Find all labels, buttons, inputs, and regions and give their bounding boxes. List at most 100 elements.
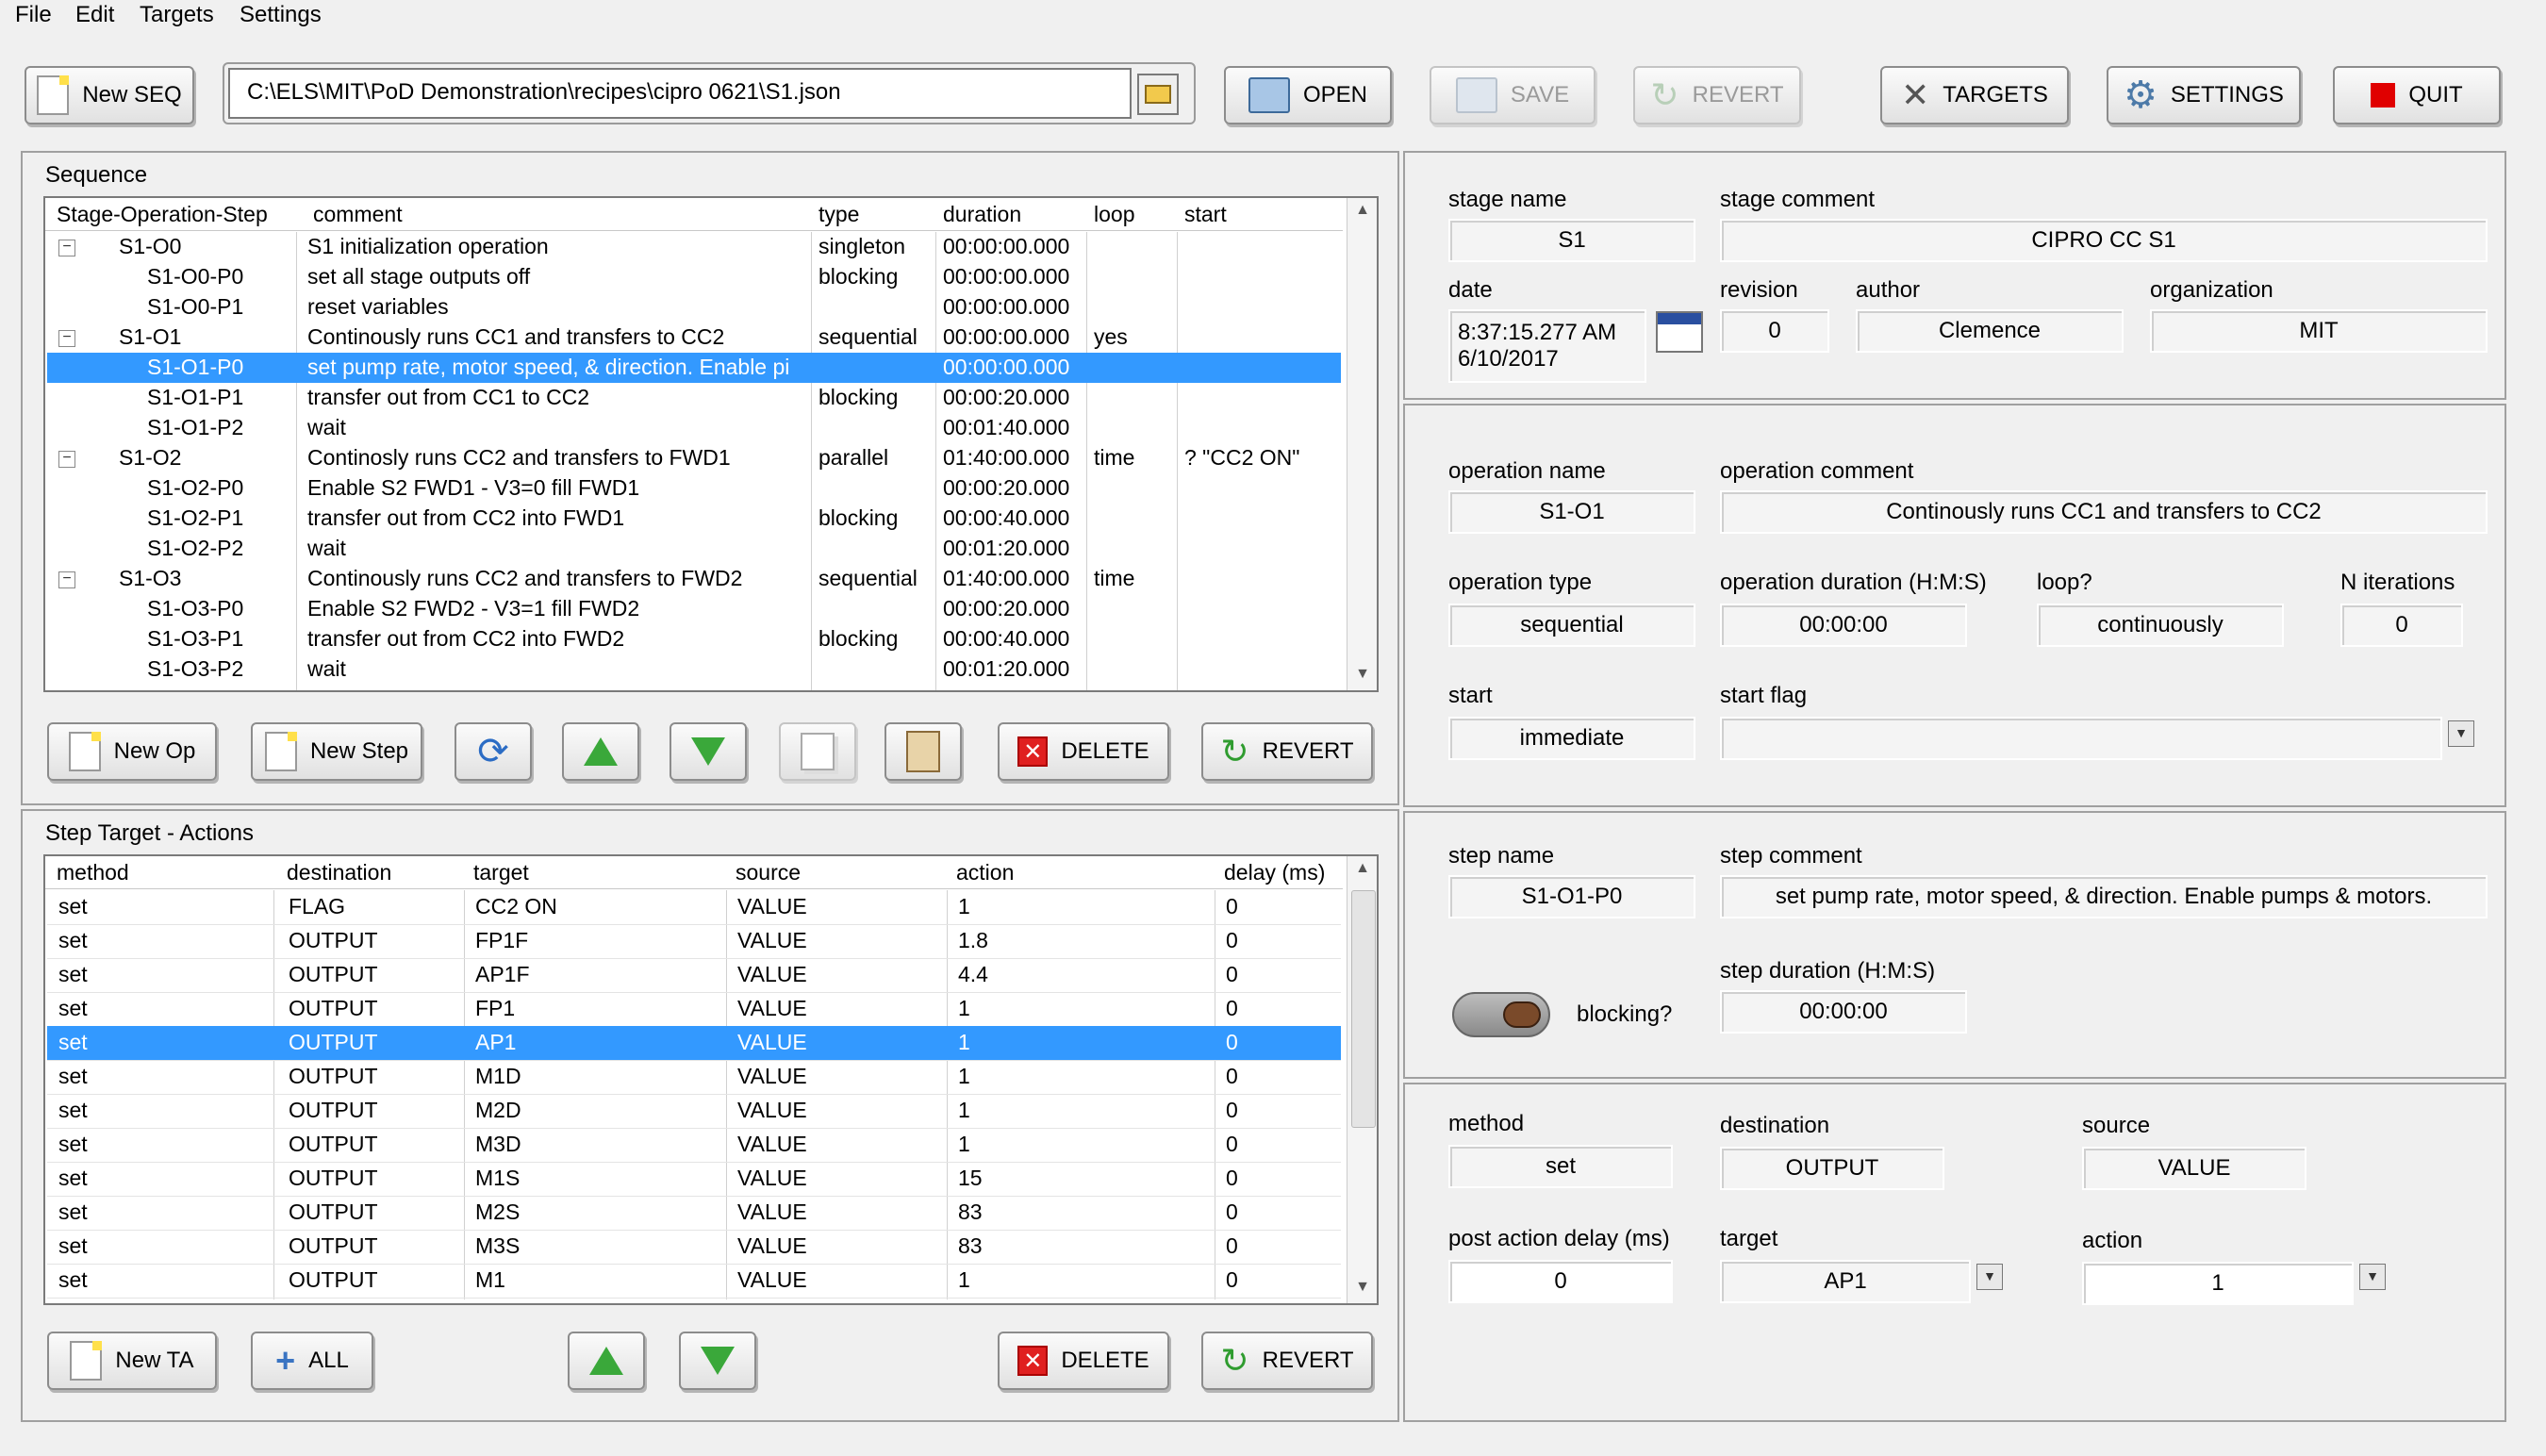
tree-row[interactable]: S1-O1-P0 set pump rate, motor speed, & di… [47, 353, 1341, 383]
start-flag-field[interactable] [1720, 717, 2442, 760]
tree-row[interactable]: S1-O0-P1 reset variables 00:00:00.000 [47, 292, 1341, 323]
col-duration[interactable]: duration [943, 202, 1021, 227]
collapse-icon[interactable]: − [58, 240, 75, 256]
table-row[interactable]: set OUTPUT M3D VALUE 1 0 [47, 1128, 1341, 1163]
table-row[interactable]: set OUTPUT M2D VALUE 1 0 [47, 1094, 1341, 1129]
target-field[interactable]: AP1 [1720, 1260, 1971, 1303]
open-button[interactable]: OPEN [1224, 66, 1392, 124]
col-type[interactable]: type [818, 202, 859, 227]
tree-row[interactable]: S1-O2-P0 Enable S2 FWD1 - V3=0 fill FWD1 0… [47, 473, 1341, 504]
sequence-tree[interactable]: Stage-Operation-Step comment type durati… [43, 196, 1379, 692]
table-row[interactable]: set OUTPUT M2S VALUE 83 0 [47, 1196, 1341, 1231]
tree-row[interactable]: S1-O3-P2 wait 00:01:20.000 [47, 654, 1341, 685]
new-ta-button[interactable]: New TA [47, 1332, 217, 1390]
step-duration-field[interactable]: 00:00:00 [1720, 990, 1967, 1034]
organization-field[interactable]: MIT [2150, 309, 2488, 353]
table-row[interactable]: set OUTPUT AP1 VALUE 1 0 [47, 1026, 1341, 1061]
action-down-button[interactable] [679, 1332, 756, 1390]
operation-type-field[interactable]: sequential [1448, 604, 1695, 647]
blocking-toggle[interactable] [1452, 992, 1550, 1037]
method-field[interactable]: set [1448, 1145, 1673, 1188]
sequence-revert-button[interactable]: ↻ REVERT [1201, 722, 1373, 781]
browse-button[interactable] [1137, 74, 1179, 115]
actions-delete-button[interactable]: ✕ DELETE [998, 1332, 1169, 1390]
iterations-field[interactable]: 0 [2340, 604, 2463, 647]
tree-row[interactable]: − S1-O3 Continously runs CC2 and transfers… [47, 564, 1341, 594]
col-source[interactable]: source [736, 860, 801, 885]
start-field[interactable]: immediate [1448, 717, 1695, 760]
col-loop[interactable]: loop [1094, 202, 1134, 227]
tree-row[interactable]: S1-O3-P0 Enable S2 FWD2 - V3=1 fill FWD2 0… [47, 594, 1341, 624]
tree-row[interactable]: S1-O1-P2 wait 00:01:40.000 [47, 413, 1341, 443]
new-op-button[interactable]: New Op [47, 722, 217, 781]
post-action-delay-field[interactable]: 0 [1448, 1260, 1673, 1303]
table-row[interactable]: set OUTPUT M1D VALUE 1 0 [47, 1060, 1341, 1095]
stage-name-field[interactable]: S1 [1448, 219, 1695, 262]
col-action[interactable]: action [956, 860, 1014, 885]
step-name-field[interactable]: S1-O1-P0 [1448, 875, 1695, 918]
loop-field[interactable]: continuously [2037, 604, 2284, 647]
all-button[interactable]: + ALL [251, 1332, 373, 1390]
copy-button[interactable] [779, 722, 856, 781]
menu-edit[interactable]: Edit [75, 0, 114, 30]
col-destination[interactable]: destination [287, 860, 391, 885]
table-row[interactable]: set OUTPUT M1S VALUE 15 0 [47, 1162, 1341, 1197]
refresh-button[interactable]: ⟳ [455, 722, 532, 781]
table-row[interactable]: set OUTPUT M1 VALUE 1 0 [47, 1264, 1341, 1299]
tree-row[interactable]: S1-O2-P1 transfer out from CC2 into FWD1 b… [47, 504, 1341, 534]
new-step-button[interactable]: New Step [251, 722, 422, 781]
tree-row[interactable]: − S1-O0 S1 initialization operation singlet… [47, 232, 1341, 262]
operation-name-field[interactable]: S1-O1 [1448, 490, 1695, 534]
table-row[interactable]: set OUTPUT FP1F VALUE 1.8 0 [47, 924, 1341, 959]
tree-row[interactable]: S1-O1-P1 transfer out from CC1 to CC2 bloc… [47, 383, 1341, 413]
scroll-down-icon[interactable]: ▼ [1347, 666, 1377, 683]
table-row[interactable]: set OUTPUT AP1F VALUE 4.4 0 [47, 958, 1341, 993]
collapse-icon[interactable]: − [58, 330, 75, 347]
new-seq-button[interactable]: New SEQ [25, 66, 194, 124]
actions-scrollbar[interactable]: ▲ ▼ [1347, 856, 1377, 1303]
actions-revert-button[interactable]: ↻ REVERT [1201, 1332, 1373, 1390]
tree-row[interactable]: S1-O3-P1 transfer out from CC2 into FWD2 b… [47, 624, 1341, 654]
date-field[interactable]: 8:37:15.277 AM 6/10/2017 [1448, 309, 1646, 383]
table-row[interactable]: set OUTPUT FP1 VALUE 1 0 [47, 992, 1341, 1027]
revision-field[interactable]: 0 [1720, 309, 1829, 353]
action-field[interactable]: 1 [2082, 1262, 2354, 1305]
menu-targets[interactable]: Targets [140, 0, 214, 30]
sequence-delete-button[interactable]: ✕ DELETE [998, 722, 1169, 781]
sequence-scrollbar[interactable]: ▲ ▼ [1347, 198, 1377, 690]
targets-button[interactable]: ✕ TARGETS [1880, 66, 2069, 124]
scroll-up-icon[interactable]: ▲ [1347, 202, 1377, 219]
table-row[interactable]: set FLAG CC2 ON VALUE 1 0 [47, 890, 1341, 925]
scroll-down-icon[interactable]: ▼ [1347, 1279, 1377, 1296]
toolbar-revert-button[interactable]: ↻ REVERT [1633, 66, 1801, 124]
menu-settings[interactable]: Settings [240, 0, 322, 30]
collapse-icon[interactable]: − [58, 571, 75, 588]
col-delay[interactable]: delay (ms) [1224, 860, 1325, 885]
calendar-icon[interactable] [1656, 311, 1703, 353]
operation-duration-field[interactable]: 00:00:00 [1720, 604, 1967, 647]
start-flag-dropdown-icon[interactable]: ▼ [2448, 720, 2474, 747]
tree-row[interactable]: S1-O0-P0 set all stage outputs off blockin… [47, 262, 1341, 292]
move-down-button[interactable] [670, 722, 747, 781]
scroll-up-icon[interactable]: ▲ [1347, 860, 1377, 877]
source-field[interactable]: VALUE [2082, 1147, 2306, 1190]
move-up-button[interactable] [562, 722, 639, 781]
col-target[interactable]: target [473, 860, 529, 885]
scroll-thumb[interactable] [1351, 890, 1376, 1128]
table-row[interactable]: set OUTPUT M3S VALUE 83 0 [47, 1230, 1341, 1265]
tree-row[interactable]: − S1-O1 Continously runs CC1 and transfers… [47, 323, 1341, 353]
operation-comment-field[interactable]: Continously runs CC1 and transfers to CC… [1720, 490, 2488, 534]
col-start[interactable]: start [1184, 202, 1227, 227]
tree-row[interactable]: S1-O2-P2 wait 00:01:20.000 [47, 534, 1341, 564]
target-dropdown-icon[interactable]: ▼ [1976, 1264, 2003, 1290]
collapse-icon[interactable]: − [58, 451, 75, 468]
action-dropdown-icon[interactable]: ▼ [2359, 1264, 2386, 1290]
menu-file[interactable]: File [15, 0, 52, 30]
action-up-button[interactable] [568, 1332, 645, 1390]
destination-field[interactable]: OUTPUT [1720, 1147, 1944, 1190]
quit-button[interactable]: QUIT [2333, 66, 2501, 124]
save-button[interactable]: SAVE [1430, 66, 1595, 124]
stage-comment-field[interactable]: CIPRO CC S1 [1720, 219, 2488, 262]
settings-button[interactable]: ⚙ SETTINGS [2107, 66, 2301, 124]
actions-table[interactable]: method destination target source action … [43, 854, 1379, 1305]
